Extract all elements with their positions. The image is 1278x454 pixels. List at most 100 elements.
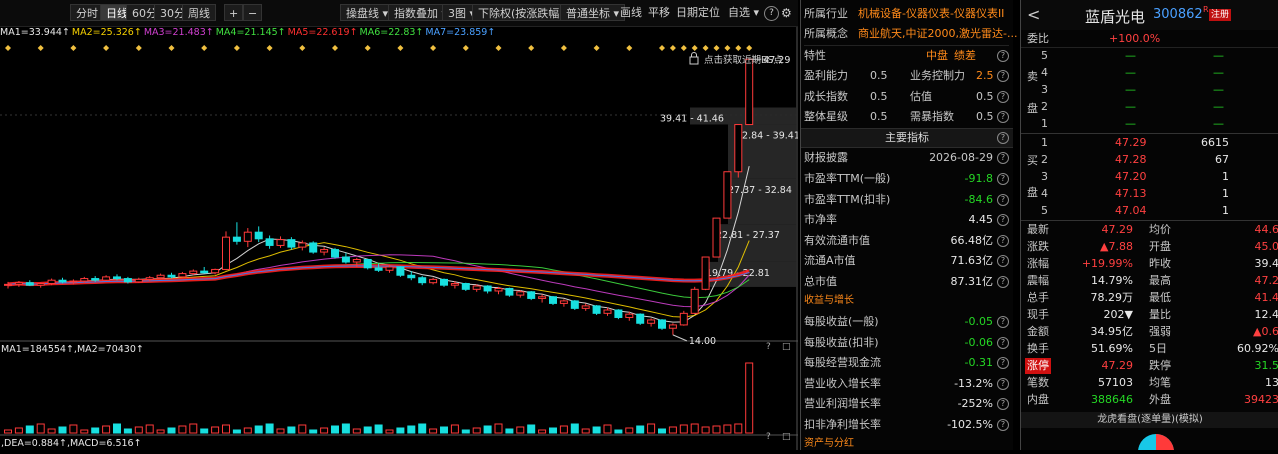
period-button-weekly[interactable]: 周线 bbox=[182, 4, 216, 21]
stock-name: 蓝盾光电 bbox=[1085, 6, 1145, 27]
zoom-out-button[interactable]: − bbox=[243, 4, 262, 21]
ask-volume: — bbox=[1213, 48, 1224, 64]
help-icon[interactable]: ? bbox=[995, 148, 1009, 168]
draw-line-button[interactable]: 画线 bbox=[620, 4, 642, 21]
stat-label: 跌停 bbox=[1149, 358, 1171, 374]
bid-level-row[interactable]: 347.201 bbox=[1021, 169, 1278, 185]
help-icon[interactable]: ? bbox=[995, 169, 1009, 189]
help-icon[interactable]: ? bbox=[995, 272, 1009, 292]
ask-level: 5 bbox=[1041, 48, 1048, 64]
help-icon[interactable]: ? bbox=[995, 129, 1009, 147]
coordinate-dropdown[interactable]: 普通坐标 ▾ bbox=[560, 4, 625, 21]
ask-level-row[interactable]: 3—— bbox=[1021, 82, 1278, 98]
candle-body bbox=[135, 279, 142, 281]
help-icon[interactable]: ? bbox=[995, 210, 1009, 230]
help-icon[interactable]: ? bbox=[995, 312, 1009, 332]
candle-body bbox=[669, 325, 676, 328]
stat-value: 44.6 bbox=[1255, 222, 1278, 238]
candle-body bbox=[244, 232, 251, 241]
help-icon[interactable]: ? bbox=[995, 190, 1009, 210]
help-icon[interactable]: ? bbox=[995, 415, 1009, 435]
help-icon[interactable]: ? bbox=[995, 87, 1009, 107]
ask-level-row[interactable]: 4—— bbox=[1021, 65, 1278, 81]
bid-volume: 6615 bbox=[1201, 135, 1229, 151]
disclosure-label: 财报披露 bbox=[804, 148, 848, 168]
orderbook-divider bbox=[1021, 133, 1278, 134]
candle-body bbox=[473, 286, 480, 289]
ask-level-row[interactable]: 2—— bbox=[1021, 99, 1278, 115]
score-label: 成长指数 bbox=[804, 87, 848, 107]
period-button-intraday[interactable]: 分时 bbox=[70, 4, 104, 21]
help-icon[interactable]: ? bbox=[995, 107, 1009, 127]
metric-value: 87.31亿 bbox=[951, 272, 994, 292]
volume-bar bbox=[539, 430, 546, 433]
bid-level-row[interactable]: 247.2867 bbox=[1021, 152, 1278, 168]
candle-body bbox=[146, 278, 153, 280]
volume-bar bbox=[233, 430, 240, 433]
chart-settings-icon[interactable]: ⚙ bbox=[781, 5, 792, 22]
back-arrow-icon[interactable]: < bbox=[1027, 5, 1040, 24]
volume-bar bbox=[659, 429, 666, 433]
zoom-in-button[interactable]: + bbox=[224, 4, 243, 21]
volume-bar bbox=[408, 426, 415, 433]
low-price-label: 14.00 bbox=[689, 336, 716, 347]
trading-line-dropdown[interactable]: 操盘线 ▾ bbox=[340, 4, 394, 21]
traits-help-icon[interactable]: ? bbox=[995, 46, 1009, 66]
watchlist-button[interactable]: 自选 ▾ bbox=[728, 4, 759, 21]
pane-help-icon: ? bbox=[766, 342, 771, 352]
help-icon[interactable]: ? bbox=[995, 394, 1009, 414]
candle-body bbox=[550, 297, 557, 304]
stat-row: 换手51.69%5日60.92% bbox=[1021, 341, 1278, 357]
help-icon[interactable]: ? bbox=[995, 66, 1009, 86]
candle-body bbox=[168, 275, 175, 277]
growth-value: -0.31 bbox=[965, 353, 993, 373]
candle-body bbox=[506, 288, 513, 295]
ask-level-row[interactable]: 5—— bbox=[1021, 48, 1278, 64]
industry-value[interactable]: 机械设备-仪器仪表-仪器仪表II bbox=[858, 4, 1004, 24]
date-locate-button[interactable]: 日期定位 bbox=[676, 4, 720, 21]
stat-label: 总手 bbox=[1025, 290, 1051, 306]
candle-body bbox=[255, 232, 262, 239]
bid-level-row[interactable]: 547.041 bbox=[1021, 203, 1278, 219]
help-icon[interactable]: ? bbox=[995, 353, 1009, 373]
growth-value: -0.05 bbox=[965, 312, 993, 332]
stat-value: 57103 bbox=[1098, 375, 1133, 391]
help-icon[interactable]: ? bbox=[995, 374, 1009, 394]
ma4-value: MA4=21.145↑ bbox=[216, 27, 286, 38]
pan-button[interactable]: 平移 bbox=[648, 4, 670, 21]
stat-label: 涨幅 bbox=[1025, 256, 1051, 272]
help-icon[interactable]: ? bbox=[764, 6, 779, 21]
volume-bar bbox=[26, 426, 33, 433]
candle-body bbox=[746, 59, 753, 124]
volume-bar bbox=[604, 425, 611, 433]
wei-ratio-row: 委比 +100.0% bbox=[1021, 31, 1278, 48]
candle-body bbox=[353, 260, 360, 262]
candle-body bbox=[332, 250, 339, 257]
concept-value[interactable]: 商业航天,中证2000,激光雷达-... bbox=[858, 24, 1017, 44]
help-icon[interactable]: ? bbox=[995, 333, 1009, 353]
ask-price: — bbox=[1125, 116, 1136, 132]
ask-level-row[interactable]: 1—— bbox=[1021, 116, 1278, 132]
bid-level-row[interactable]: 447.131 bbox=[1021, 186, 1278, 202]
help-icon[interactable]: ? bbox=[995, 231, 1009, 251]
volume-bar bbox=[223, 425, 230, 433]
volume-bar bbox=[669, 427, 676, 433]
volume-bar bbox=[582, 429, 589, 433]
growth-row: 每股收益(扣非)-0.06? bbox=[804, 333, 1009, 353]
candle-body bbox=[680, 313, 687, 325]
stat-value: 13 bbox=[1265, 375, 1278, 391]
metric-label: 有效流通市值 bbox=[804, 231, 870, 251]
candle-body bbox=[604, 310, 611, 313]
volume-bar bbox=[615, 430, 622, 433]
help-icon[interactable]: ? bbox=[995, 251, 1009, 271]
growth-label: 每股经营现金流 bbox=[804, 353, 881, 373]
candle-body bbox=[375, 268, 382, 270]
score-label: 业务控制力 bbox=[910, 66, 965, 86]
bid-level: 3 bbox=[1041, 169, 1048, 185]
volume-bar bbox=[190, 424, 197, 433]
stat-label: 内盘 bbox=[1025, 392, 1051, 408]
ask-volume: — bbox=[1213, 116, 1224, 132]
ma5-value: MA5=22.619↑ bbox=[288, 27, 358, 38]
kline-chart[interactable]: 39.41 - 41.4632.84 - 39.4127.37 - 32.842… bbox=[0, 27, 798, 450]
bid-level-row[interactable]: 147.296615 bbox=[1021, 135, 1278, 151]
